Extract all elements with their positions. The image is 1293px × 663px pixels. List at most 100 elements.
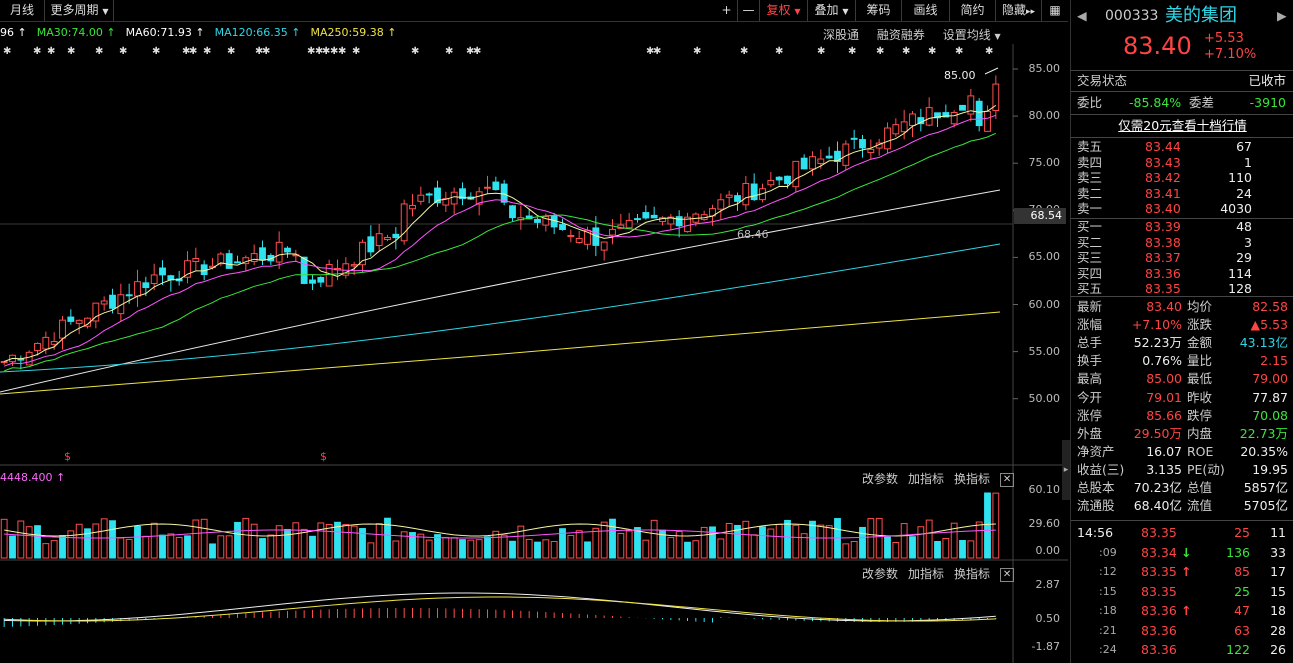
candle-body [300,256,308,284]
bid-row[interactable]: 买一 83.39 48 [1071,219,1293,235]
volume-bar [142,535,150,559]
event-marker-icon[interactable]: ✱ [902,46,910,57]
fuquan-button[interactable]: 复权 ▼ [760,0,808,21]
chips-button[interactable]: 筹码 [856,0,902,21]
prev-stock-icon[interactable]: ◀ [1077,5,1087,27]
event-marker-icon[interactable]: ✱ [876,46,884,57]
draw-line-button[interactable]: 画线 [902,0,950,21]
order-diff-label: 委差 [1189,95,1215,110]
event-marker-icon[interactable]: ✱ [848,46,856,57]
event-marker-icon[interactable]: ✱ [33,46,41,57]
period-monthly-button[interactable]: 月线 [0,0,45,21]
event-marker-icon[interactable]: ✱ [445,46,453,57]
candle-body [275,241,283,263]
event-marker-icon[interactable]: ✱ [817,46,825,57]
ask-row[interactable]: 卖二 83.41 24 [1071,186,1293,202]
bid-volume: 29 [1236,250,1252,265]
volume-bar [650,519,658,559]
volume-bar [259,538,266,559]
grid-icon[interactable]: ▦ [1042,0,1068,21]
stat-value: 0.76% [1142,353,1182,369]
event-marker-icon[interactable]: ✱ [473,46,481,57]
event-marker-icon[interactable]: ✱ [262,46,270,57]
event-marker-icon[interactable]: ✱ [3,46,11,57]
more-periods-dropdown[interactable]: 更多周期 ▼ [46,0,114,21]
candle-body [375,233,383,247]
event-marker-icon[interactable]: ✱ [985,46,993,57]
ask-price: 83.44 [1145,139,1181,154]
candle-body [784,175,791,185]
event-marker-icon[interactable]: ✱ [955,46,963,57]
event-marker-icon[interactable]: ✱ [203,46,211,57]
event-marker-icon[interactable]: ✱ [95,46,103,57]
event-marker-icon[interactable]: ✱ [67,46,75,57]
bid-row[interactable]: 买二 83.38 3 [1071,235,1293,251]
stat-value: 43.13亿 [1239,335,1288,351]
simple-mode-button[interactable]: 简约 [950,0,996,21]
event-marker-icon[interactable]: ✱ [928,46,936,57]
ask-row[interactable]: 卖四 83.43 1 [1071,155,1293,171]
candle-body [900,121,908,133]
volume-bar [725,522,733,559]
volume-bar [217,535,225,559]
tick-row: 14:56 83.35 25 11 [1071,524,1293,542]
event-marker-icon[interactable]: ✱ [47,46,55,57]
bid-row[interactable]: 买五 83.35 128 [1071,281,1293,297]
event-marker-icon[interactable]: ✱ [119,46,127,57]
event-marker-icon[interactable]: ✱ [152,46,160,57]
edit-params-button[interactable]: 改参数 [862,472,898,486]
event-marker-icon[interactable]: ✱ [352,46,360,57]
ask-row[interactable]: 卖一 83.40 4030 [1071,201,1293,217]
event-marker-icon[interactable]: ✱ [338,46,346,57]
zoom-in-button[interactable]: + [716,0,738,21]
hide-button[interactable]: 隐藏▸▸ [996,0,1042,21]
macd-axis-label: 2.87 [1035,578,1061,591]
edit-params-button[interactable]: 改参数 [862,567,898,581]
stat-value: 70.08 [1252,407,1288,423]
panel-toggle-handle[interactable]: ▸ [1062,440,1070,500]
volume-bar [284,528,291,559]
candle-body [775,176,783,181]
candle-body [959,104,966,111]
event-marker-icon[interactable]: ✱ [227,46,235,57]
event-marker-icon[interactable]: ✱ [411,46,419,57]
bid-row[interactable]: 买三 83.37 29 [1071,250,1293,266]
swap-indicator-button[interactable]: 换指标 [954,567,990,581]
candle-body [492,181,500,191]
event-marker-icon[interactable]: ✱ [740,46,748,57]
add-indicator-button[interactable]: 加指标 [908,472,944,486]
stat-label: 昨收 [1187,389,1213,405]
close-icon[interactable]: ✕ [1000,567,1015,582]
close-icon[interactable]: ✕ [1000,472,1015,487]
add-indicator-button[interactable]: 加指标 [908,567,944,581]
ask-row[interactable]: 卖五 83.44 67 [1071,139,1293,155]
event-marker-icon[interactable]: ✱ [653,46,661,57]
volume-bar [75,523,83,559]
event-marker-icon[interactable]: ✱ [189,46,197,57]
volume-bar [584,541,591,559]
overlay-button[interactable]: 叠加 ▼ [808,0,856,21]
volume-bar [859,526,866,559]
volume-bar [984,492,991,559]
bid-price: 83.38 [1145,234,1181,250]
swap-indicator-button[interactable]: 换指标 [954,472,990,486]
tick-volume: 136 [1226,544,1250,560]
ask-price: 83.40 [1145,201,1181,216]
bid-row[interactable]: 买四 83.36 114 [1071,266,1293,282]
volume-bar [59,535,66,559]
event-marker-icon[interactable]: ✱ [693,46,701,57]
tick-time: :09 [1099,545,1117,559]
promo-link[interactable]: 仅需20元查看十档行情 [1071,117,1293,135]
zoom-out-button[interactable]: — [738,0,760,21]
volume-bar [125,538,133,559]
ask-volume: 4030 [1220,201,1252,216]
stat-row: 换手 0.76% 量比 2.15 [1071,352,1293,370]
volume-bar [350,525,358,559]
stat-label: 最高 [1077,371,1103,387]
volume-bar [534,541,541,559]
ask-row[interactable]: 卖三 83.42 110 [1071,170,1293,186]
stat-row: 今开 79.01 昨收 77.87 [1071,389,1293,407]
volume-bar [17,520,25,559]
event-marker-icon[interactable]: ✱ [775,46,783,57]
next-stock-icon[interactable]: ▶ [1277,5,1287,27]
